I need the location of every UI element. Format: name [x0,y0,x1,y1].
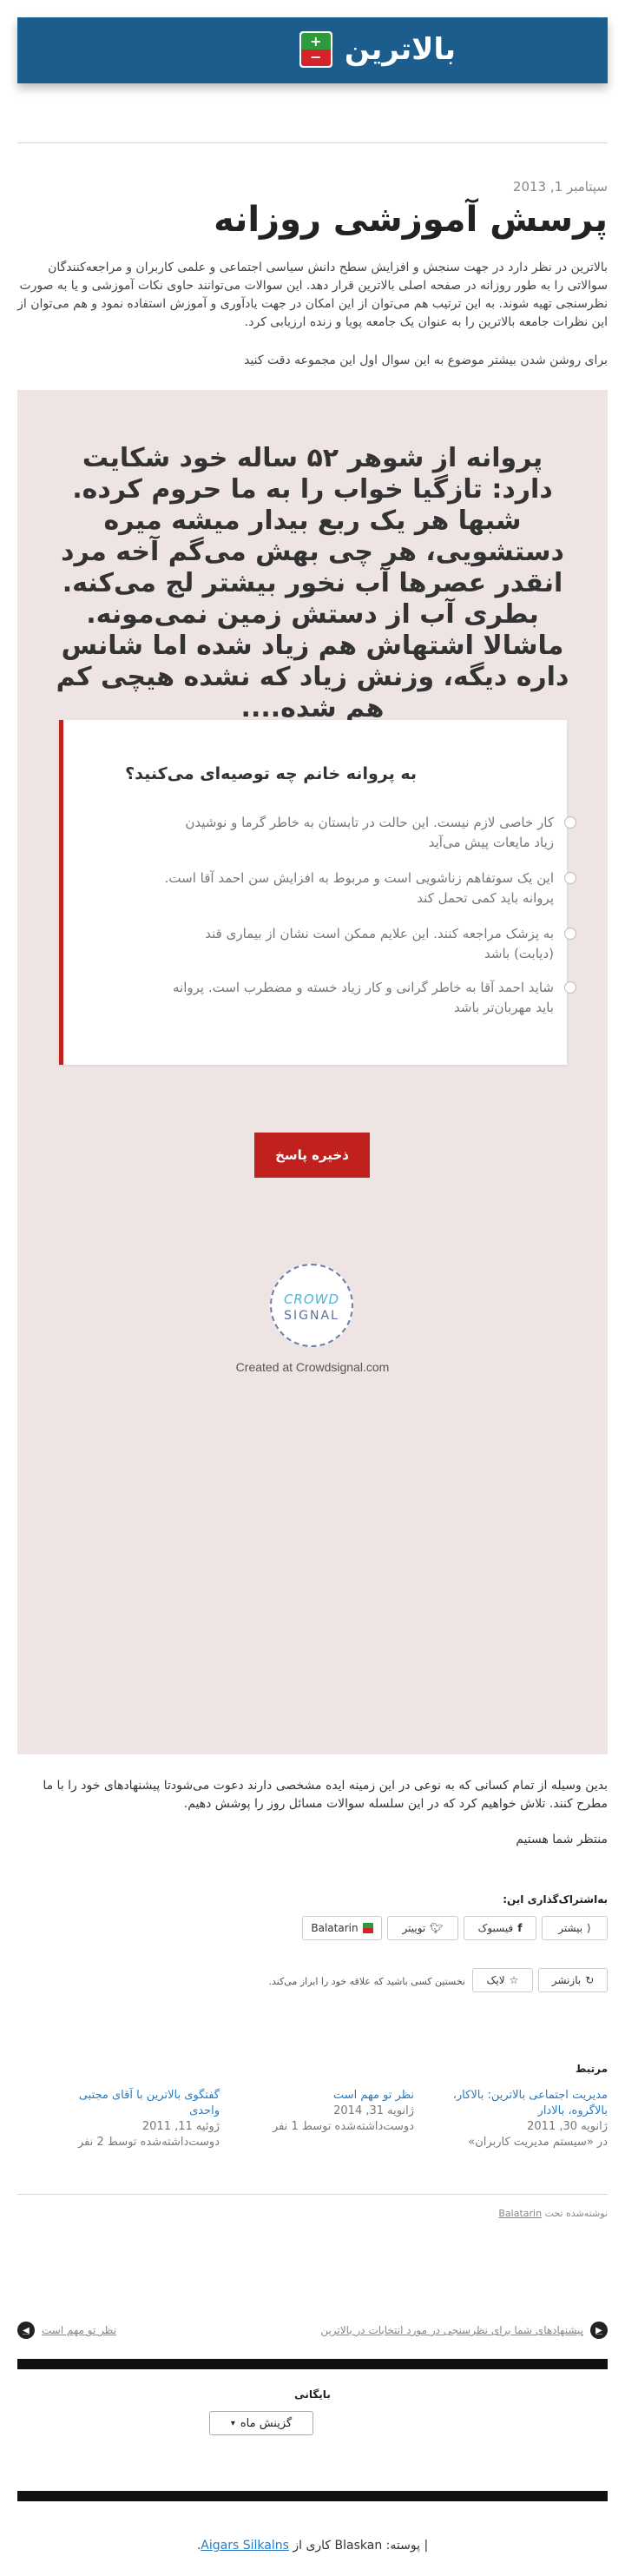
like-label: لایک [486,1974,505,1986]
brand-line-2: SIGNAL [284,1309,339,1323]
share-balatarin-label: Balatarin [311,1922,359,1934]
reblog-icon: ↻ [585,1974,595,1986]
tag-link[interactable]: Balatarin [498,2208,542,2219]
plus-sign: + [300,33,331,50]
poll-question: پروانه از شوهر ۵۲ ساله خود شکایت دارد: ت… [56,443,569,723]
share-heading: به‌اشتراک‌گذاری این: [503,1893,608,1906]
crowdsignal-logo[interactable]: CROWD SIGNAL [270,1264,353,1347]
divider [17,2194,608,2195]
poll-option-label: شاید احمد آقا به خاطر گرانی و کار زیاد خ… [173,980,554,1015]
post-title[interactable]: پرسش آموزشی روزانه [214,200,608,240]
share-more-button[interactable]: ⟨ بیشتر [542,1916,608,1940]
radio-button[interactable] [564,928,576,940]
radio-button[interactable] [564,872,576,884]
like-note: نخستین کسی باشید که علاقه خود را ابراز م… [268,1976,465,1987]
share-twitter-button[interactable]: 🐦︎ توییتر [387,1916,458,1940]
star-icon: ☆ [509,1974,519,1986]
related-item-meta: در «سیستم مدیریت کاربران» [468,2136,608,2149]
reblog-label: بازنشر [551,1974,582,1986]
related-item[interactable]: گفتگوی بالاترین با آقای مجتبی واحدی ژوئی… [46,2088,220,2150]
like-button[interactable]: ☆ لایک [472,1968,533,1992]
related-item-link[interactable]: مدیریت اجتماعی بالاترین: بالاکار، بالاگر… [434,2088,608,2119]
related-item-meta: دوست‌داشته‌شده توسط 2 نفر [77,2136,220,2149]
archive-heading: بایگانی [294,2388,331,2401]
save-answer-button[interactable]: ذخیره پاسخ [254,1133,370,1178]
archive-month-select[interactable]: گزینش ماه ▾ [209,2411,313,2435]
reblog-button[interactable]: ↻ بازنشر [538,1968,608,1992]
site-footer: | پوسته: Blaskan کاری از Aigars Silkalns… [17,2539,608,2553]
post-intro: بالاترین در نظر دارد در جهت سنجش و افزای… [17,261,608,329]
post-intro-note: برای روشن شدن بیشتر موضوع به این سوال او… [244,353,608,367]
poll-card-question: به پروانه خانم چه توصیه‌ای می‌کنید؟ [125,764,417,783]
share-more-label: بیشتر [558,1922,583,1934]
arrow-left-icon: ◀ [17,2322,35,2339]
poll-option-label: به پزشک مراجعه کنند. این علایم ممکن است … [205,926,554,961]
post-date: سپتامبر 1, 2013 [512,179,608,195]
poll-option[interactable]: به پزشک مراجعه کنند. این علایم ممکن است … [163,924,576,964]
prev-post-link[interactable]: ▶ پیشنهادهای شما برای نظرسنجی در مورد ان… [320,2321,608,2340]
poll-option[interactable]: کار خاصی لازم نیست. این حالت در تابستان … [163,813,576,853]
minus-sign: − [300,50,331,66]
footer-divider [17,2359,608,2369]
radio-button[interactable] [564,981,576,994]
divider [17,142,608,143]
related-item-date: ژوئیه 11, 2011 [141,2120,220,2133]
related-item-link[interactable]: نظر تو مهم است [240,2088,414,2104]
related-item[interactable]: نظر تو مهم است ژانویه 31, 2014 دوست‌داشت… [240,2088,414,2135]
poll-option-label: این یک سوتفاهم زناشویی است و مربوط به اف… [164,870,554,906]
radio-button[interactable] [564,816,576,829]
prev-post-label: پیشنهادهای شما برای نظرسنجی در مورد انتخ… [320,2324,583,2336]
poll-option-label: کار خاصی لازم نیست. این حالت در تابستان … [185,815,554,850]
post-tags: نوشته‌شده تحت Balatarin [498,2208,608,2219]
related-heading: مرتبط [575,2063,608,2075]
post-body-text: بدین وسیله از تمام کسانی که به نوعی در ا… [43,1779,608,1811]
brand-line-1: CROWD [283,1291,340,1307]
facebook-icon: f [517,1922,523,1934]
site-logo[interactable]: بالاترین + − [299,30,456,69]
poll-option[interactable]: شاید احمد آقا به خاطر گرانی و کار زیاد خ… [163,978,576,1018]
twitter-icon: 🐦︎ [430,1922,444,1934]
share-facebook-label: فیسبوک [477,1922,514,1934]
footer-credit-text: | پوسته: Blaskan کاری از [293,2539,429,2553]
share-facebook-button[interactable]: f فیسبوک [464,1916,536,1940]
next-post-link[interactable]: ◀ نظر تو مهم است [17,2321,116,2340]
footer-divider [17,2491,608,2501]
archive-select-value: گزینش ماه [240,2416,293,2430]
chevron-down-icon: ▾ [230,2418,235,2428]
related-item-date: ژانویه 31, 2014 [333,2104,414,2117]
crowdsignal-credit[interactable]: Created at Crowdsignal.com [17,1360,608,1374]
tags-prefix: نوشته‌شده تحت [544,2208,608,2219]
logo-text: بالاترین [344,32,456,67]
related-item-date: ژانویه 30, 2011 [527,2120,608,2133]
arrow-right-icon: ▶ [590,2322,608,2339]
related-item-link[interactable]: گفتگوی بالاترین با آقای مجتبی واحدی [46,2088,220,2119]
poll-option[interactable]: این یک سوتفاهم زناشویی است و مربوط به اف… [163,869,576,908]
share-balatarin-button[interactable]: Balatarin [302,1916,382,1940]
share-twitter-label: توییتر [402,1922,426,1934]
footer-author-link[interactable]: Aigars Silkalns [201,2539,289,2553]
related-item[interactable]: مدیریت اجتماعی بالاترین: بالاکار، بالاگر… [434,2088,608,2150]
page: بالاترین + − سپتامبر 1, 2013 پرسش آموزشی… [0,0,625,2576]
share-icon: ⟨ [587,1922,591,1934]
related-item-meta: دوست‌داشته‌شده توسط 1 نفر [272,2120,414,2133]
balatarin-icon [362,1923,373,1933]
next-post-label: نظر تو مهم است [42,2324,116,2336]
plus-minus-icon: + − [299,31,332,68]
site-header: بالاترین + − [17,17,608,83]
post-closing-text: منتظر شما هستیم [516,1833,608,1846]
